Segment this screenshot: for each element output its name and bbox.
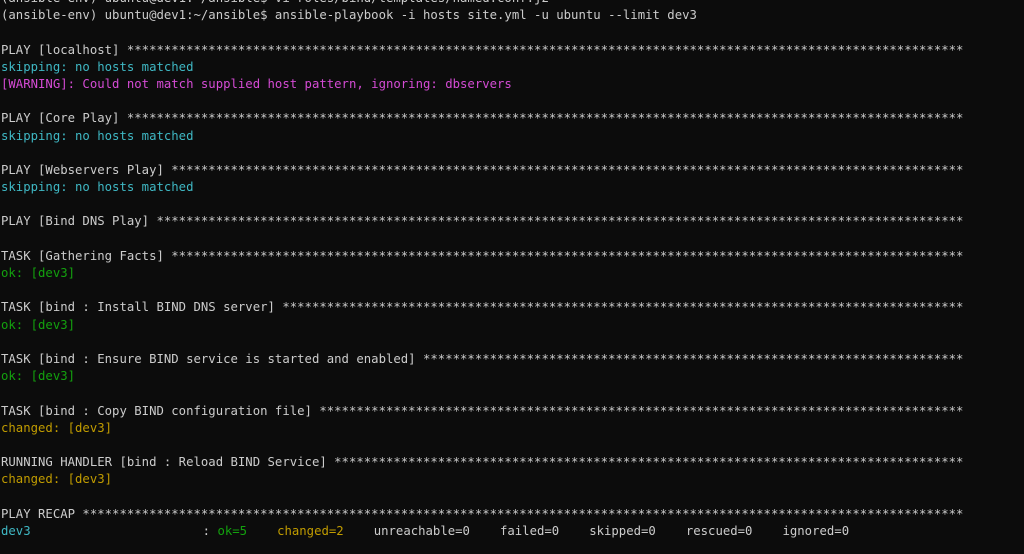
output-line: TASK [bind : Install BIND DNS server] **…	[1, 300, 964, 315]
output-line: skipping: no hosts matched	[1, 180, 194, 195]
output-line: (ansible-env) ubuntu@dev1:~/ansible$ vi …	[1, 0, 1024, 7]
output-line: TASK [bind : Copy BIND configuration fil…	[1, 403, 964, 418]
recap-line: dev3: ok=5 changed=2 unreachable=0 failed=0…	[1, 523, 1024, 540]
terminal-output: (ansible-env) ubuntu@dev1:~/ansible$ vi …	[1, 0, 1024, 540]
output-line: TASK [bind : Ensure BIND service is star…	[1, 351, 964, 366]
output-line: ok: [dev3]	[1, 266, 76, 280]
output-line: RUNNING HANDLER [bind : Reload BIND Serv…	[1, 455, 964, 470]
recap-changed: changed=2	[277, 523, 344, 538]
output-line: ok: [dev3]	[1, 317, 76, 332]
recap-failed: failed=0	[499, 523, 560, 538]
output-line: skipping: no hosts matched	[1, 59, 194, 74]
output-line: PLAY RECAP *****************************…	[1, 506, 964, 521]
recap-ok: ok=5	[217, 523, 248, 538]
output-line: [WARNING]: Could not match supplied host…	[1, 76, 512, 91]
recap-host: dev3	[1, 523, 31, 538]
output-line: PLAY [Core Play] ***********************…	[1, 111, 964, 126]
output-line: skipping: no hosts matched	[1, 128, 194, 143]
output-line: (ansible-env) ubuntu@dev1:~/ansible$ ans…	[1, 8, 697, 23]
recap-skipped: skipped=0	[589, 523, 656, 538]
output-lines: (ansible-env) ubuntu@dev1:~/ansible$ vi …	[1, 0, 1024, 523]
output-line: changed: [dev3]	[1, 420, 113, 435]
output-line: PLAY [localhost] ***********************…	[1, 42, 964, 57]
output-line: ok: [dev3]	[1, 369, 76, 384]
output-line: changed: [dev3]	[1, 472, 113, 487]
output-line: TASK [Gathering Facts] *****************…	[1, 248, 964, 263]
terminal-window[interactable]: (ansible-env) ubuntu@dev1:~/ansible$ vi …	[0, 0, 1024, 554]
recap-separator: :	[202, 523, 218, 538]
recap-unreachable: unreachable=0	[373, 523, 470, 538]
recap-rescued: rescued=0	[685, 523, 753, 538]
output-line: PLAY [Webservers Play] *****************…	[1, 162, 964, 177]
recap-ignored: ignored=0	[782, 523, 850, 538]
output-line: PLAY [Bind DNS Play] *******************…	[1, 214, 964, 229]
